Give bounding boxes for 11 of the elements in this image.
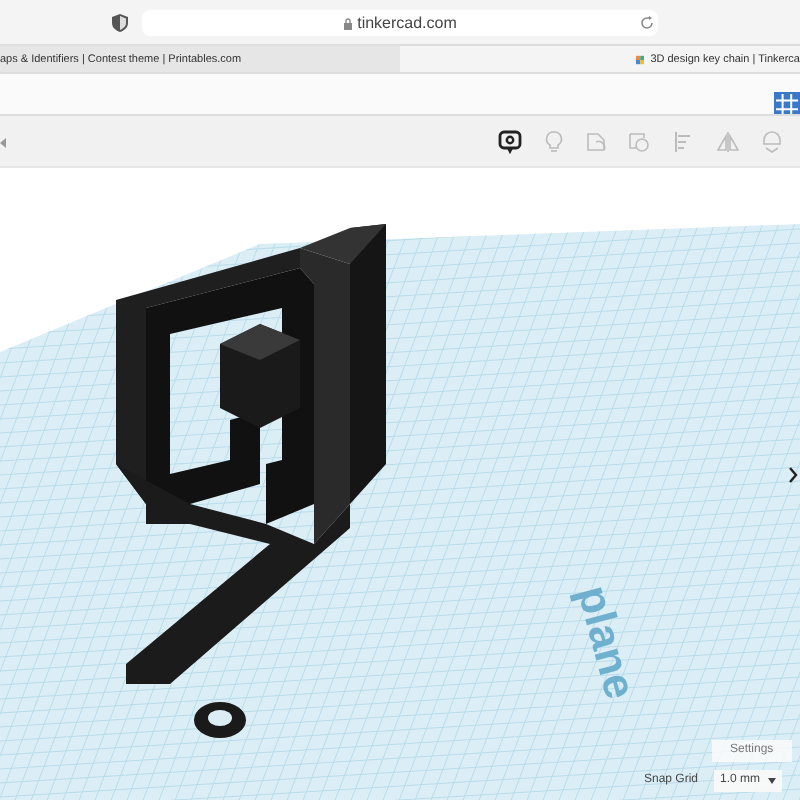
address-text: tinkercad.com (357, 11, 457, 35)
lock-icon (343, 17, 352, 29)
note-icon[interactable] (498, 130, 522, 154)
workplane-label: plane (566, 578, 648, 707)
address-bar[interactable]: tinkercad.com (142, 10, 658, 36)
collapse-chevron-icon[interactable] (788, 466, 798, 484)
reload-icon[interactable] (640, 16, 654, 30)
back-arrow-icon[interactable] (0, 138, 6, 148)
shield-icon[interactable] (112, 14, 128, 32)
favicon-icon (636, 54, 645, 66)
caret-icon (768, 778, 777, 784)
